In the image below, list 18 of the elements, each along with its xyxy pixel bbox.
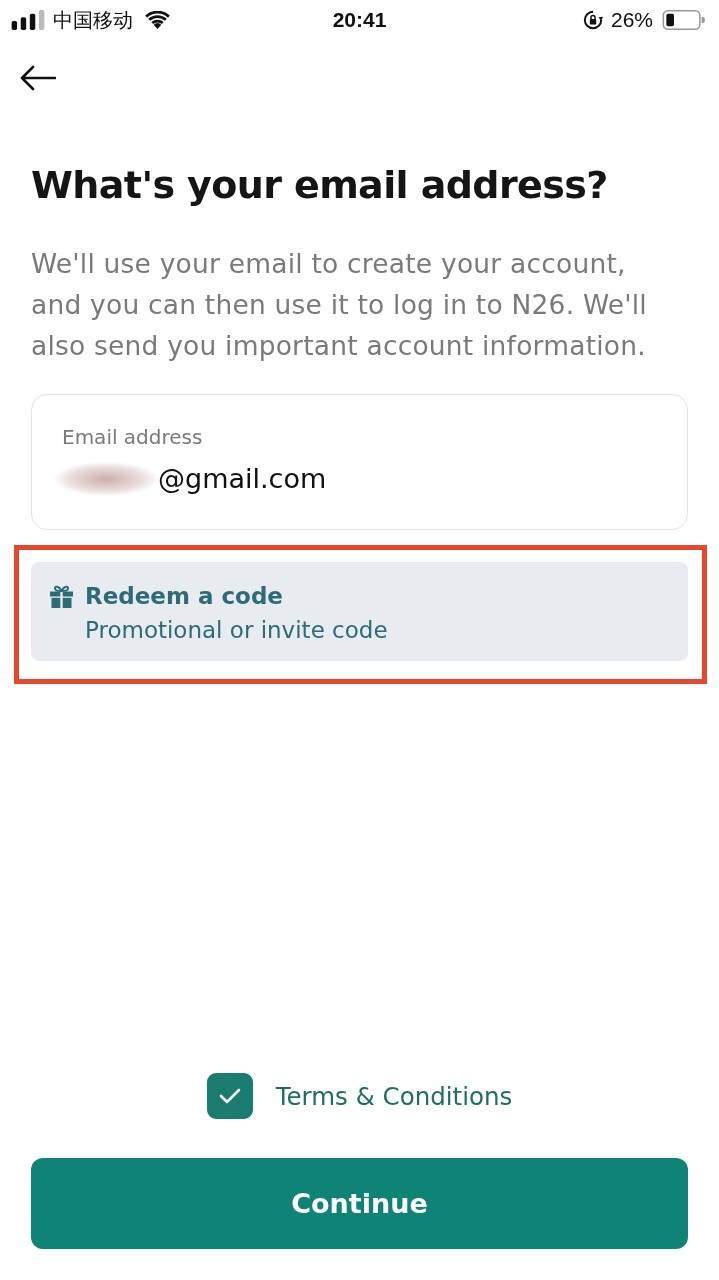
battery-percent: 26%	[610, 8, 653, 32]
clock-time: 20:41	[332, 8, 387, 32]
carrier-name: 中国移动	[53, 7, 133, 33]
field-label: Email address	[62, 424, 203, 450]
signal-icon	[10, 10, 46, 30]
battery-icon	[662, 10, 705, 30]
continue-button[interactable]: Continue	[31, 1158, 688, 1249]
gift-icon	[50, 584, 73, 608]
email-value: @gmail.com	[158, 462, 327, 496]
wifi-icon	[145, 11, 170, 29]
email-field[interactable]: Email address @gmail.com	[31, 394, 688, 530]
check-icon	[218, 1088, 241, 1104]
terms-checkbox[interactable]	[206, 1073, 253, 1119]
terms-link[interactable]: Terms & Conditions	[275, 1081, 513, 1111]
page-title: What's your email address?	[31, 162, 609, 209]
redeem-code-button[interactable]: Redeem a code Promotional or invite code	[31, 562, 688, 661]
rotation-lock-icon	[582, 10, 603, 30]
description-text: We'll use your email to create your account, and you can then use it to log in to N26. We'll also send you important account information.	[31, 247, 648, 363]
